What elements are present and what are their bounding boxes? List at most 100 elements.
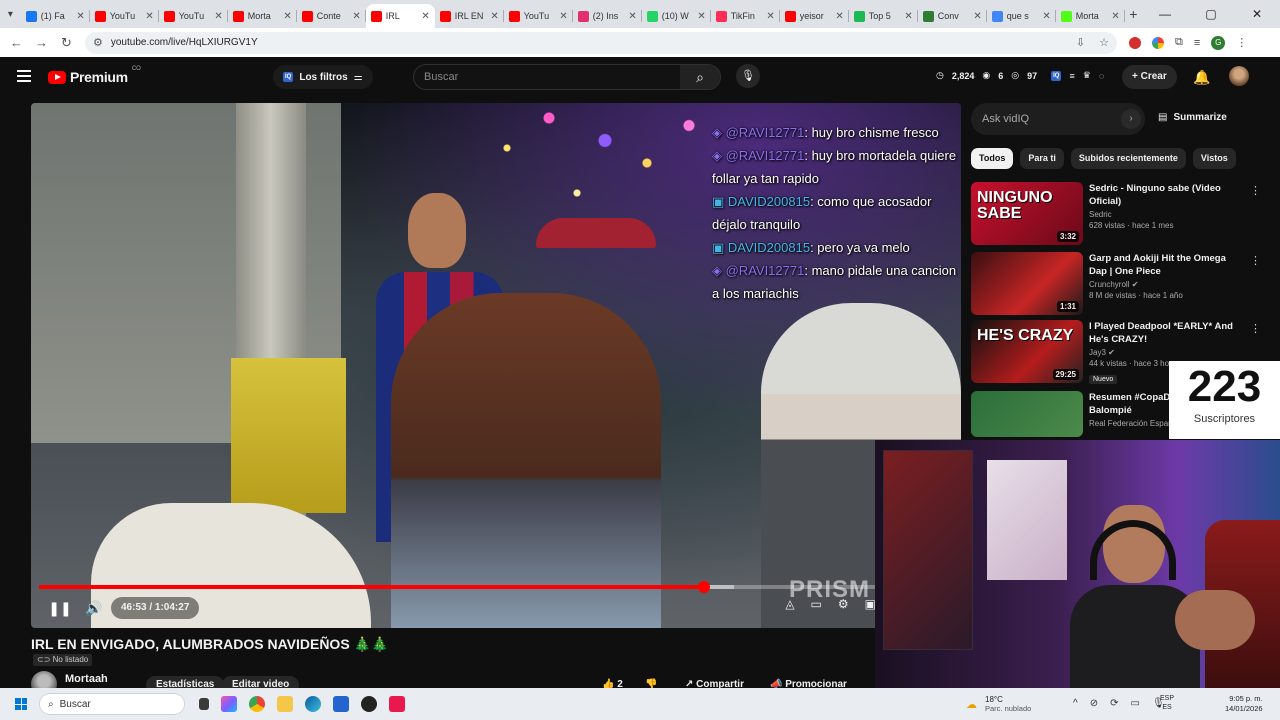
taskbar-search[interactable]: ⌕ Buscar [39,693,185,715]
tab-close-icon[interactable]: ✕ [490,11,498,22]
trophy-icon[interactable]: ♛ [1083,70,1091,81]
tab-close-icon[interactable]: ✕ [766,11,774,22]
forward-icon[interactable]: → [29,35,54,50]
browser-tab[interactable]: (1) Fa ✕ [21,4,90,28]
tab-close-icon[interactable]: ✕ [628,11,636,22]
recommendation-title[interactable]: Garp and Aokiji Hit the Omega Dap | One … [1089,252,1245,278]
chrome-icon[interactable] [249,696,265,712]
sync-icon[interactable]: ⟳ [1110,698,1118,709]
maximize-icon[interactable]: ▢ [1188,7,1234,21]
recommendation-title[interactable]: I Played Deadpool *EARLY* And He's CRAZY… [1089,320,1245,346]
task-view-icon[interactable] [199,698,209,710]
tiktok-live-icon[interactable] [389,696,405,712]
minimize-icon[interactable]: — [1142,7,1188,21]
progress-bar[interactable] [39,581,953,593]
recommendation-item[interactable]: 1:31 Garp and Aokiji Hit the Omega Dap | … [971,252,1261,316]
tab-search-caret-icon[interactable]: ▾ [0,0,21,28]
browser-tab[interactable]: Top 5 ✕ [849,4,918,28]
menu-icon[interactable] [17,70,31,82]
battery-icon[interactable]: ▭ [1130,698,1139,709]
create-button[interactable]: + Crear [1122,65,1177,89]
omnibox[interactable]: ⚙ youtube.com/live/HqLXIURGV1Y ⇩ ☆ [85,31,1117,54]
browser-tab[interactable]: IRL EN ✕ [435,4,504,28]
volume-icon[interactable]: 🔊 [77,600,111,617]
ask-send-chevron-icon[interactable]: › [1121,109,1141,129]
network-off-icon[interactable]: ⊘ [1090,698,1098,709]
windows-start-icon[interactable] [15,698,27,710]
extensions-puzzle-icon[interactable]: ⧉ [1175,36,1183,49]
notifications-bell-icon[interactable]: 🔔 [1193,69,1210,86]
close-window-icon[interactable]: ✕ [1234,7,1280,21]
tab-close-icon[interactable]: ✕ [904,11,912,22]
channel-name[interactable]: Mortaah [65,673,108,685]
new-tab-button[interactable]: + [1125,6,1142,22]
tab-close-icon[interactable]: ✕ [559,11,567,22]
video-thumbnail[interactable] [971,391,1083,437]
browser-tab[interactable]: Conv ✕ [918,4,987,28]
vidiq-extension-icon[interactable]: IQ [1051,70,1062,81]
browser-tab[interactable]: Morta ✕ [228,4,297,28]
tab-close-icon[interactable]: ✕ [835,11,843,22]
edge-icon[interactable] [305,696,321,712]
browser-tab[interactable]: IRL ✕ [365,4,435,28]
tab-close-icon[interactable]: ✕ [1111,11,1119,22]
extension-color-icon[interactable] [1152,36,1164,49]
recommendation-title[interactable]: Sedric - Ninguno sabe (Video Oficial) [1089,182,1245,208]
vidiq-player-icon[interactable]: ◬ [785,597,794,611]
filter-chip[interactable]: Vistos [1192,148,1236,169]
more-options-icon[interactable]: ⋮ [1250,254,1261,267]
tab-close-icon[interactable]: ✕ [214,11,222,22]
ask-vidiq-input[interactable]: Ask vidIQ › [971,103,1145,135]
tab-close-icon[interactable]: ✕ [1042,11,1050,22]
profile-avatar[interactable]: G [1211,35,1226,50]
reading-list-icon[interactable]: ≡ [1194,37,1200,49]
browser-tab[interactable]: Morta ✕ [1056,4,1125,28]
tab-close-icon[interactable]: ✕ [145,11,153,22]
search-button[interactable]: ⌕ [680,65,720,89]
pause-icon[interactable]: ❚❚ [43,600,77,617]
voice-search-button[interactable]: 🎙 [736,64,760,88]
video-thumbnail[interactable]: NINGUNO SABE 3:32 [971,182,1083,245]
captions-icon[interactable]: ▭ [811,597,822,611]
url-text[interactable]: youtube.com/live/HqLXIURGV1Y [111,37,1068,48]
more-options-icon[interactable]: ⋮ [1250,184,1261,197]
copilot-icon[interactable] [221,696,237,712]
video-thumbnail[interactable]: 1:31 [971,252,1083,315]
tab-close-icon[interactable]: ✕ [697,11,705,22]
browser-tab[interactable]: Conte ✕ [297,4,366,28]
clock[interactable]: 9:05 p. m. 14/01/2026 [1225,694,1263,714]
tray-chevron-icon[interactable]: ^ [1073,698,1078,709]
browser-tab[interactable]: YouTu ✕ [90,4,159,28]
reload-icon[interactable]: ↻ [54,35,79,51]
browser-tab[interactable]: que s ✕ [987,4,1056,28]
obs-icon[interactable] [361,696,377,712]
browser-tab[interactable]: (10) W ✕ [642,4,711,28]
more-options-icon[interactable]: ⋮ [1250,322,1261,335]
browser-tab[interactable]: (2) Ins ✕ [573,4,642,28]
search-input[interactable]: Buscar [414,65,680,89]
store-icon[interactable] [333,696,349,712]
browser-tab[interactable]: YouTu ✕ [504,4,573,28]
filter-chip[interactable]: Todos [971,148,1014,169]
youtube-premium-logo[interactable]: Premium CO [48,66,141,85]
extension-adblock-icon[interactable] [1129,36,1141,49]
summarize-button[interactable]: ▤ Summarize [1158,112,1227,123]
weather-widget[interactable]: ☁ 18°C Parc. nublado [966,688,1031,720]
video-thumbnail[interactable]: HE'S CRAZY 29:25 [971,320,1083,383]
back-icon[interactable]: ← [4,35,29,50]
chat-icon[interactable]: ◌ [1099,71,1104,81]
site-info-icon[interactable]: ⚙ [93,36,103,49]
recommendation-channel[interactable]: Crunchyroll ✔ [1089,280,1245,289]
video-player[interactable]: ◈ @RAVI12771: huy bro chisme fresco ◈ @RA… [31,103,961,628]
bars-icon[interactable]: ≡ [1069,71,1074,81]
recommendation-channel[interactable]: Sedric [1089,210,1245,219]
settings-gear-icon[interactable]: ⚙ [838,597,849,611]
tab-close-icon[interactable]: ✕ [283,11,291,22]
bookmark-star-icon[interactable]: ☆ [1099,36,1109,49]
tab-close-icon[interactable]: ✕ [76,11,84,22]
input-language[interactable]: ESP ES [1160,694,1174,712]
filters-button[interactable]: IQ Los filtros ⚌ [273,65,373,89]
recommendation-item[interactable]: NINGUNO SABE 3:32 Sedric - Ninguno sabe (V… [971,182,1261,246]
file-explorer-icon[interactable] [277,696,293,712]
recommendation-channel[interactable]: Jay3 ✔ [1089,348,1245,357]
